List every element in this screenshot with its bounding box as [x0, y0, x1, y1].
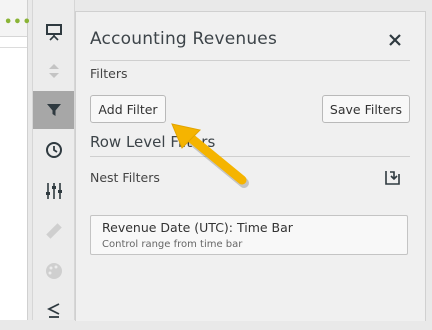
more-options-icon[interactable]: •••	[4, 16, 32, 29]
filter-card-revenue-date[interactable]: Revenue Date (UTC): Time Bar Control ran…	[90, 215, 408, 255]
close-button[interactable]	[384, 29, 406, 51]
rail-button-sort[interactable]	[33, 52, 74, 90]
rail-button-presentation[interactable]	[33, 13, 74, 51]
panel-title: Accounting Revenues	[90, 29, 278, 49]
filters-label: Filters	[90, 66, 128, 81]
nest-icon	[385, 171, 400, 185]
rail-button-measure[interactable]	[33, 212, 74, 250]
add-filter-button[interactable]: Add Filter	[90, 95, 166, 123]
rail-button-style[interactable]	[33, 252, 74, 290]
clock-icon	[45, 142, 62, 158]
filter-icon	[46, 104, 61, 116]
canvas-divider	[0, 47, 27, 48]
canvas-area: •••	[0, 0, 31, 320]
sort-arrows-icon	[48, 64, 59, 78]
ruler-icon	[45, 223, 62, 239]
icon-rail	[32, 0, 75, 320]
nest-filters-label: Nest Filters	[90, 170, 160, 185]
nest-filters-button[interactable]	[382, 168, 402, 188]
rail-button-time[interactable]	[33, 131, 74, 169]
presentation-icon	[45, 24, 62, 41]
save-filters-button[interactable]: Save Filters	[322, 95, 410, 123]
filter-card-subtitle: Control range from time bar	[102, 239, 243, 250]
palette-icon	[45, 263, 62, 279]
canvas-toolbar: •••	[0, 0, 31, 37]
sliders-icon	[45, 183, 62, 199]
rail-button-filter[interactable]	[33, 91, 74, 129]
annotation-arrow	[171, 123, 249, 188]
rail-button-compare[interactable]	[33, 292, 74, 330]
close-icon	[389, 34, 401, 46]
filter-card-title: Revenue Date (UTC): Time Bar	[102, 220, 293, 235]
title-divider	[90, 60, 410, 61]
rail-button-controls[interactable]	[33, 172, 74, 210]
less-equal-icon	[46, 303, 59, 318]
